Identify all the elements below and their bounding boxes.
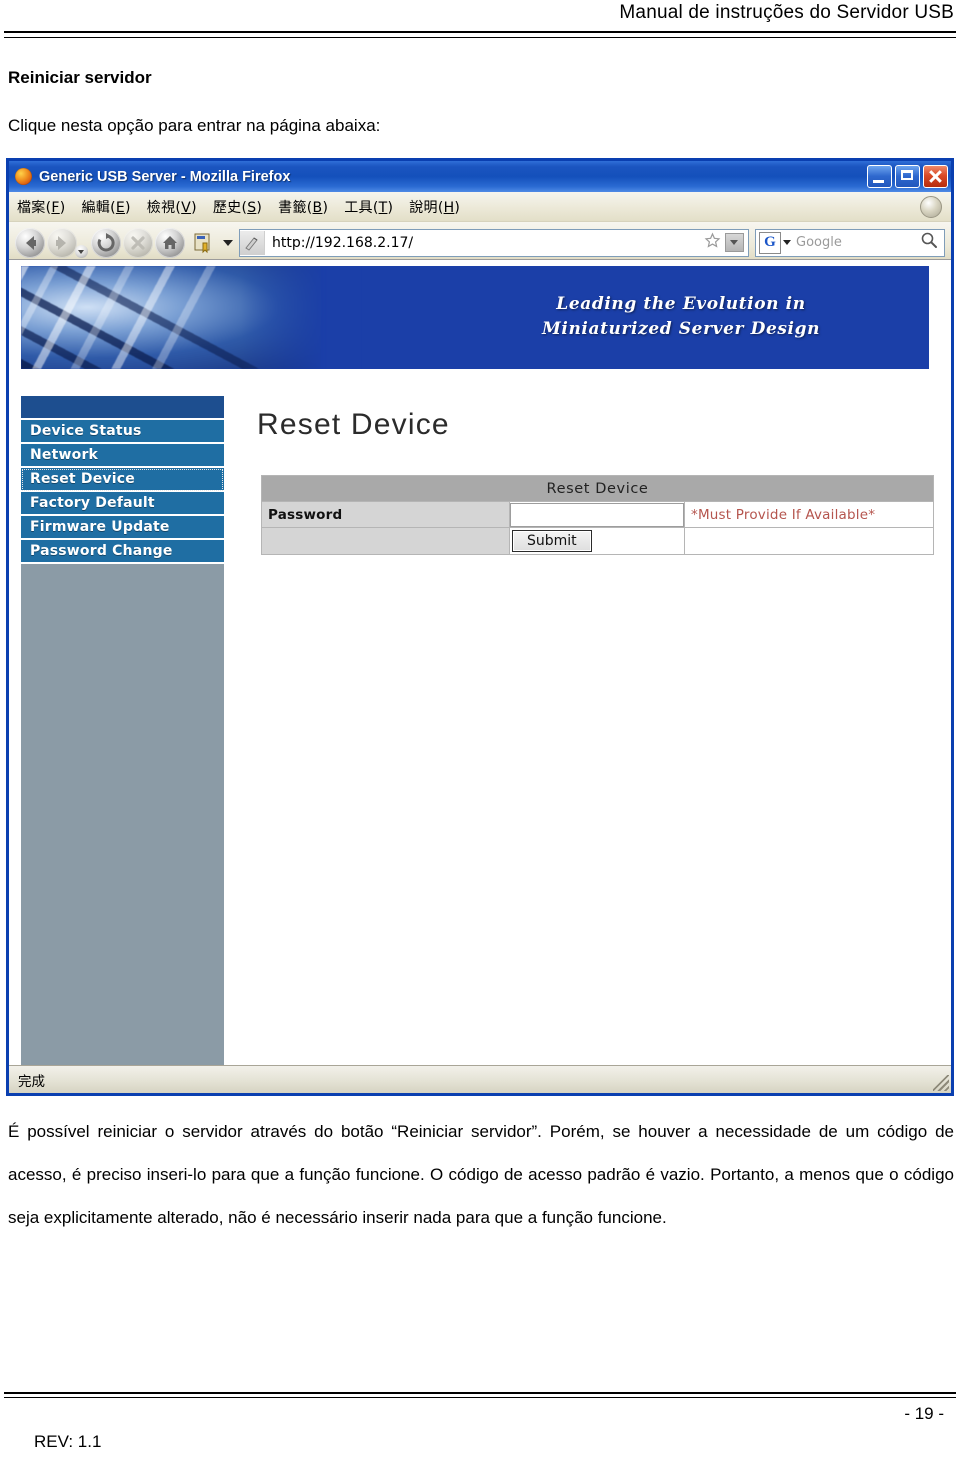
- table-row-password: Password *Must Provide If Available*: [261, 501, 935, 528]
- browser-navigation-toolbar: http://192.168.2.17/ G Google: [9, 222, 951, 264]
- forward-arrow-icon: [56, 235, 66, 250]
- sidebar-item-firmware-update[interactable]: Firmware Update: [21, 516, 224, 540]
- home-button[interactable]: [155, 227, 185, 258]
- menu-file[interactable]: 檔案(F): [17, 197, 66, 217]
- password-input[interactable]: [510, 502, 684, 527]
- search-bar[interactable]: G Google: [755, 228, 945, 257]
- url-text[interactable]: http://192.168.2.17/: [265, 235, 704, 251]
- sidebar-item-label: Reset Device: [30, 471, 135, 487]
- password-field-cell: [509, 501, 685, 528]
- throbber-icon: [920, 196, 942, 218]
- section-lead-text: Clique nesta opção para entrar na página…: [8, 116, 381, 135]
- status-text: 完成: [18, 1073, 45, 1090]
- browser-menubar: 檔案(F) 編輯(E) 檢視(V) 歷史(S) 書籤(B) 工具(T) 說明(H…: [9, 192, 951, 222]
- form-table-header: Reset Device: [260, 475, 935, 502]
- banner-tagline-line2: Miniaturized Server Design: [541, 319, 821, 339]
- menu-bookmarks[interactable]: 書籤(B): [278, 197, 328, 217]
- maximize-icon: [901, 170, 913, 180]
- sidebar-item-device-status[interactable]: Device Status: [21, 420, 224, 444]
- page-title: Reset Device: [257, 408, 450, 441]
- history-dropdown-button[interactable]: [75, 245, 88, 258]
- submit-button[interactable]: Submit: [512, 530, 592, 552]
- submit-cell: Submit: [509, 527, 685, 555]
- reset-device-form-table: Reset Device Password *Must Provide If A…: [260, 475, 935, 555]
- banner-tagline-line1: Leading the Evolution in: [556, 294, 806, 314]
- close-button[interactable]: [923, 165, 948, 188]
- sidebar-item-label: Network: [30, 447, 99, 463]
- password-label: Password: [261, 501, 510, 528]
- site-banner: Leading the Evolution in Miniaturized Se…: [21, 266, 929, 369]
- back-arrow-icon: [26, 235, 36, 250]
- sidebar-header-bar: [21, 396, 224, 420]
- browser-titlebar: Generic USB Server - Mozilla Firefox: [9, 158, 951, 192]
- reload-button[interactable]: [91, 227, 121, 258]
- url-bar[interactable]: http://192.168.2.17/: [239, 228, 749, 257]
- resize-grip-icon[interactable]: [933, 1075, 949, 1091]
- browser-window: Generic USB Server - Mozilla Firefox 檔案(…: [6, 158, 954, 1096]
- toolbar-overflow-caret-icon[interactable]: [223, 239, 233, 246]
- table-row-header: Reset Device: [260, 475, 935, 502]
- search-icon[interactable]: [920, 231, 938, 254]
- sidebar-item-password-change[interactable]: Password Change: [21, 540, 224, 564]
- menu-history[interactable]: 歷史(S): [213, 197, 262, 217]
- url-dropdown-button[interactable]: [725, 233, 744, 252]
- sidebar-item-label: Factory Default: [30, 495, 155, 511]
- password-note: *Must Provide If Available*: [683, 501, 935, 528]
- banner-tagline: Leading the Evolution in Miniaturized Se…: [451, 292, 911, 342]
- stop-icon: [131, 235, 145, 250]
- menu-view[interactable]: 檢視(V): [147, 197, 197, 217]
- search-input[interactable]: Google: [796, 235, 920, 250]
- sidebar-item-reset-device[interactable]: Reset Device: [21, 468, 224, 492]
- page-number: - 19 -: [904, 1404, 944, 1423]
- home-icon: [163, 235, 177, 249]
- firefox-logo-icon: [15, 168, 32, 185]
- header-divider: [4, 31, 956, 38]
- window-title: Generic USB Server - Mozilla Firefox: [39, 168, 291, 185]
- section-title: Reiniciar servidor: [8, 68, 152, 87]
- page-favicon-icon: [240, 230, 265, 255]
- window-controls: [867, 165, 948, 188]
- sidebar-item-network[interactable]: Network: [21, 444, 224, 468]
- footer-divider: [4, 1392, 956, 1398]
- body-paragraph: É possível reiniciar o servidor através …: [8, 1122, 954, 1227]
- menu-edit[interactable]: 編輯(E): [82, 197, 131, 217]
- maximize-button[interactable]: [895, 165, 920, 188]
- sidebar-item-factory-default[interactable]: Factory Default: [21, 492, 224, 516]
- minimize-icon: [873, 180, 884, 183]
- submit-row-spacer: [261, 527, 510, 555]
- sidebar-item-label: Password Change: [30, 543, 173, 559]
- submit-row-empty: [683, 527, 935, 555]
- table-row-submit: Submit: [261, 527, 935, 555]
- reload-icon: [97, 232, 115, 251]
- back-button[interactable]: [15, 227, 45, 258]
- site-sidebar: Device Status Network Reset Device Facto…: [21, 396, 224, 1065]
- search-engine-caret-icon[interactable]: [783, 240, 791, 245]
- document-header: Manual de instruções do Servidor USB: [0, 0, 960, 38]
- page-viewport: Leading the Evolution in Miniaturized Se…: [9, 259, 951, 1065]
- browser-statusbar: 完成: [9, 1065, 951, 1093]
- minimize-button[interactable]: [867, 165, 892, 188]
- bookmark-star-icon[interactable]: [704, 232, 721, 254]
- sidebar-item-label: Firmware Update: [30, 519, 170, 535]
- menu-help[interactable]: 說明(H): [409, 197, 460, 217]
- document-header-title: Manual de instruções do Servidor USB: [619, 2, 954, 23]
- bookmark-icon[interactable]: [191, 230, 217, 256]
- google-engine-icon[interactable]: G: [759, 231, 781, 254]
- revision-label: REV: 1.1: [34, 1432, 102, 1451]
- banner-photo-image: [21, 266, 361, 369]
- stop-button[interactable]: [123, 227, 153, 258]
- forward-button[interactable]: [47, 227, 77, 258]
- menu-tools[interactable]: 工具(T): [344, 197, 393, 217]
- sidebar-item-label: Device Status: [30, 423, 142, 439]
